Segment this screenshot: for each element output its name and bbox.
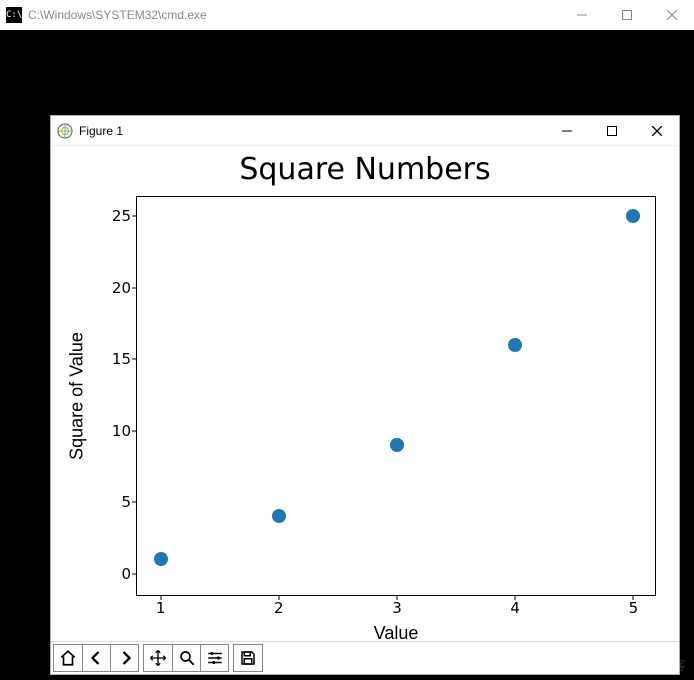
- chart-title: Square Numbers: [51, 152, 679, 187]
- x-tick-label: 2: [274, 599, 284, 617]
- cmd-window-controls: [559, 0, 694, 30]
- y-tick-label: 15: [112, 350, 131, 368]
- cmd-title: C:\Windows\SYSTEM32\cmd.exe: [28, 8, 559, 22]
- cmd-icon: C:\: [6, 7, 22, 23]
- forward-button[interactable]: [110, 645, 138, 671]
- save-button[interactable]: [234, 645, 262, 671]
- y-tick-label: 20: [112, 279, 131, 297]
- figure-window-controls: [544, 116, 679, 145]
- home-button[interactable]: [54, 645, 82, 671]
- back-button[interactable]: [82, 645, 110, 671]
- y-tick-label: 5: [121, 493, 131, 511]
- home-icon: [59, 649, 77, 667]
- data-point: [154, 552, 168, 566]
- data-point: [626, 209, 640, 223]
- data-point: [390, 438, 404, 452]
- move-icon: [149, 649, 167, 667]
- chart-axes: Value Square of Value 123450510152025: [136, 196, 656, 596]
- zoom-button[interactable]: [172, 645, 200, 671]
- watermark: ©51CTO博客: [605, 655, 686, 674]
- chart-ylabel: Square of Value: [67, 332, 88, 460]
- x-tick-label: 3: [392, 599, 402, 617]
- x-tick-label: 4: [510, 599, 520, 617]
- close-button[interactable]: [649, 0, 694, 30]
- data-point: [508, 338, 522, 352]
- plot-area: Square Numbers Value Square of Value 123…: [51, 146, 679, 641]
- mpl-app-icon: [57, 123, 73, 139]
- figure-titlebar: Figure 1: [51, 116, 679, 146]
- mpl-toolbar: [51, 641, 679, 674]
- y-tick-label: 0: [121, 565, 131, 583]
- figure-window: Figure 1 Square Numbers Value Square of …: [50, 115, 680, 675]
- y-tick-label: 10: [112, 422, 131, 440]
- maximize-button[interactable]: [589, 116, 634, 145]
- data-point: [272, 509, 286, 523]
- configure-button[interactable]: [200, 645, 228, 671]
- x-tick-label: 5: [629, 599, 639, 617]
- maximize-button[interactable]: [604, 0, 649, 30]
- chart-xlabel: Value: [374, 623, 419, 644]
- y-tick-label: 25: [112, 207, 131, 225]
- zoom-icon: [178, 649, 196, 667]
- save-icon: [239, 649, 257, 667]
- minimize-button[interactable]: [544, 116, 589, 145]
- arrow-left-icon: [88, 649, 106, 667]
- figure-title: Figure 1: [79, 124, 544, 138]
- sliders-icon: [206, 649, 224, 667]
- x-tick-label: 1: [156, 599, 166, 617]
- arrow-right-icon: [116, 649, 134, 667]
- minimize-button[interactable]: [559, 0, 604, 30]
- pan-button[interactable]: [144, 645, 172, 671]
- cmd-titlebar: C:\ C:\Windows\SYSTEM32\cmd.exe: [0, 0, 694, 30]
- close-button[interactable]: [634, 116, 679, 145]
